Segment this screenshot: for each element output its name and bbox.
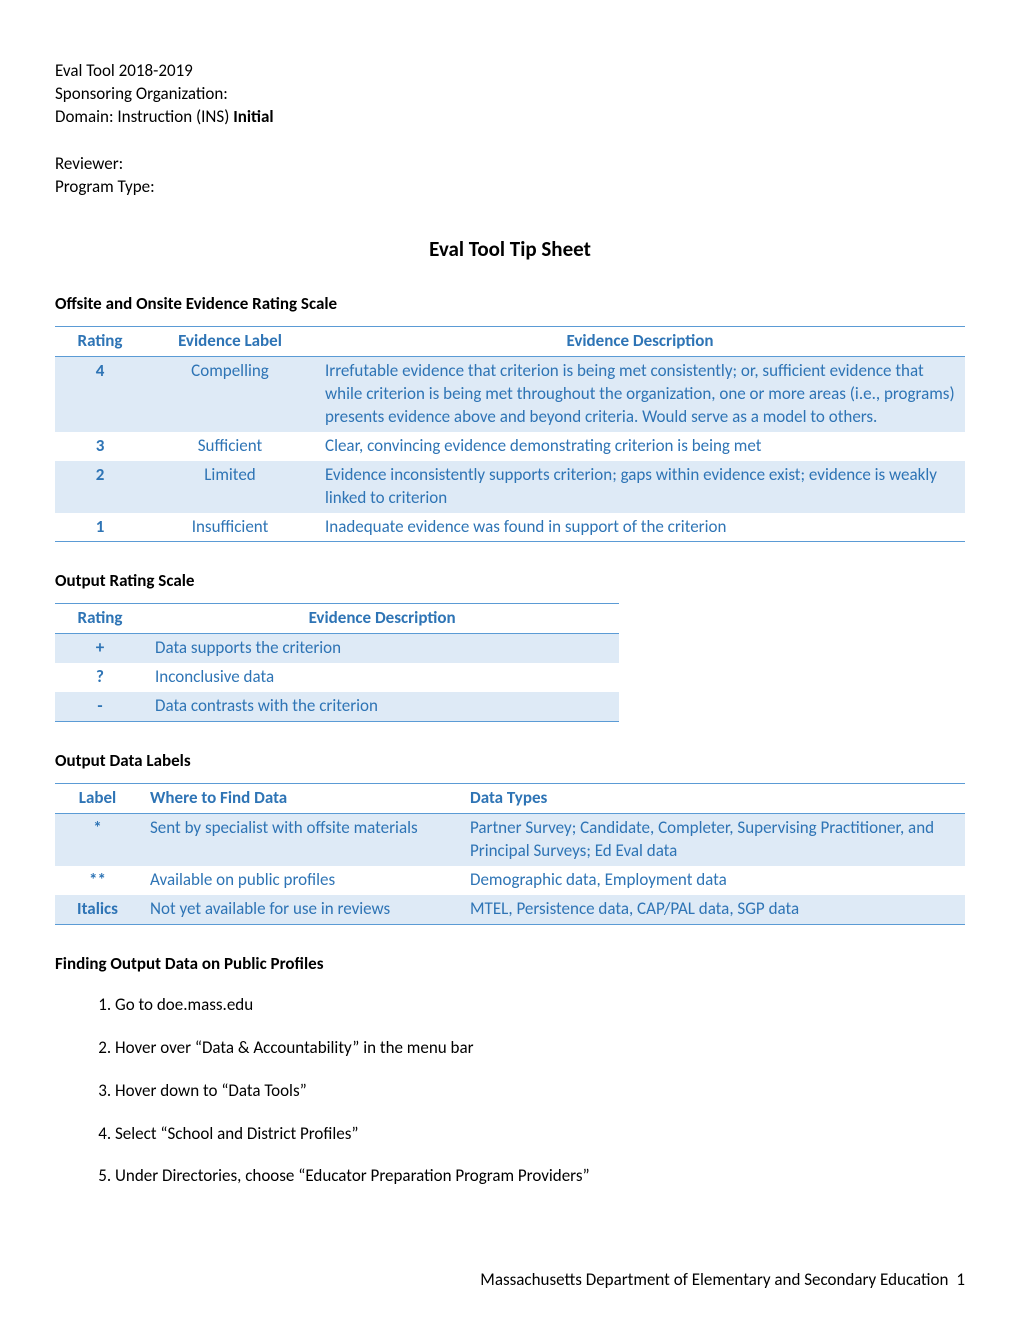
col-where: Where to Find Data xyxy=(140,784,460,814)
section2-heading: Output Rating Scale xyxy=(55,570,965,593)
cell-rating: 4 xyxy=(55,356,145,431)
doc-header-2: Reviewer: Program Type: xyxy=(55,153,965,199)
cell-where: Not yet available for use in reviews xyxy=(140,895,460,924)
header-line-5: Program Type: xyxy=(55,176,965,199)
cell-label: * xyxy=(55,814,140,866)
cell-types: Demographic data, Employment data xyxy=(460,866,965,895)
col-types: Data Types xyxy=(460,784,965,814)
section1-heading: Offsite and Onsite Evidence Rating Scale xyxy=(55,293,965,316)
table-row: 2 Limited Evidence inconsistently suppor… xyxy=(55,461,965,513)
cell-types: Partner Survey; Candidate, Completer, Su… xyxy=(460,814,965,866)
table-row: ** Available on public profiles Demograp… xyxy=(55,866,965,895)
output-data-labels-table: Label Where to Find Data Data Types * Se… xyxy=(55,783,965,925)
table-row: - Data contrasts with the criterion xyxy=(55,692,619,721)
section4-heading: Finding Output Data on Public Profiles xyxy=(55,953,965,976)
table-row: + Data supports the criterion xyxy=(55,634,619,663)
cell-rating: - xyxy=(55,692,145,721)
table-row: 4 Compelling Irrefutable evidence that c… xyxy=(55,356,965,431)
table-row: * Sent by specialist with offsite materi… xyxy=(55,814,965,866)
col-evidence-label: Evidence Label xyxy=(145,326,315,356)
cell-rating: 3 xyxy=(55,432,145,461)
cell-desc: Evidence inconsistently supports criteri… xyxy=(315,461,965,513)
cell-label: Insufficient xyxy=(145,513,315,542)
cell-rating: 1 xyxy=(55,513,145,542)
footer-page: 1 xyxy=(956,1269,965,1290)
cell-desc: Data contrasts with the criterion xyxy=(145,692,619,721)
cell-where: Sent by specialist with offsite material… xyxy=(140,814,460,866)
list-item: Hover down to “Data Tools” xyxy=(115,1080,965,1103)
page-title: Eval Tool Tip Sheet xyxy=(55,235,965,263)
cell-label: Sufficient xyxy=(145,432,315,461)
steps-list: Go to doe.mass.edu Hover over “Data & Ac… xyxy=(115,994,965,1189)
cell-desc: Clear, convincing evidence demonstrating… xyxy=(315,432,965,461)
cell-desc: Inconclusive data xyxy=(145,663,619,692)
cell-label: Italics xyxy=(55,895,140,924)
header-line-2: Sponsoring Organization: xyxy=(55,83,965,106)
cell-desc: Data supports the criterion xyxy=(145,634,619,663)
list-item: Go to doe.mass.edu xyxy=(115,994,965,1017)
cell-desc: Inadequate evidence was found in support… xyxy=(315,513,965,542)
cell-label: ** xyxy=(55,866,140,895)
cell-where: Available on public profiles xyxy=(140,866,460,895)
table-row: 3 Sufficient Clear, convincing evidence … xyxy=(55,432,965,461)
header-line-4: Reviewer: xyxy=(55,153,965,176)
cell-desc: Irrefutable evidence that criterion is b… xyxy=(315,356,965,431)
output-rating-table: Rating Evidence Description + Data suppo… xyxy=(55,603,619,722)
cell-label: Compelling xyxy=(145,356,315,431)
cell-types: MTEL, Persistence data, CAP/PAL data, SG… xyxy=(460,895,965,924)
col-evidence-desc: Evidence Description xyxy=(145,604,619,634)
list-item: Select “School and District Profiles” xyxy=(115,1123,965,1146)
table-row: ? Inconclusive data xyxy=(55,663,619,692)
list-item: Under Directories, choose “Educator Prep… xyxy=(115,1165,965,1188)
cell-label: Limited xyxy=(145,461,315,513)
header-line-3: Domain: Instruction (INS) Initial xyxy=(55,106,965,129)
doc-header: Eval Tool 2018-2019 Sponsoring Organizat… xyxy=(55,60,965,129)
evidence-rating-table: Rating Evidence Label Evidence Descripti… xyxy=(55,326,965,543)
page-footer: Massachusetts Department of Elementary a… xyxy=(480,1269,965,1292)
header-line-3-bold: Initial xyxy=(233,106,273,127)
col-rating: Rating xyxy=(55,604,145,634)
cell-rating: ? xyxy=(55,663,145,692)
table-row: 1 Insufficient Inadequate evidence was f… xyxy=(55,513,965,542)
col-evidence-desc: Evidence Description xyxy=(315,326,965,356)
list-item: Hover over “Data & Accountability” in th… xyxy=(115,1037,965,1060)
header-line-3-plain: Domain: Instruction (INS) xyxy=(55,106,233,127)
cell-rating: + xyxy=(55,634,145,663)
header-line-1: Eval Tool 2018-2019 xyxy=(55,60,965,83)
col-label: Label xyxy=(55,784,140,814)
footer-org: Massachusetts Department of Elementary a… xyxy=(480,1269,948,1290)
section3-heading: Output Data Labels xyxy=(55,750,965,773)
cell-rating: 2 xyxy=(55,461,145,513)
table-row: Italics Not yet available for use in rev… xyxy=(55,895,965,924)
col-rating: Rating xyxy=(55,326,145,356)
